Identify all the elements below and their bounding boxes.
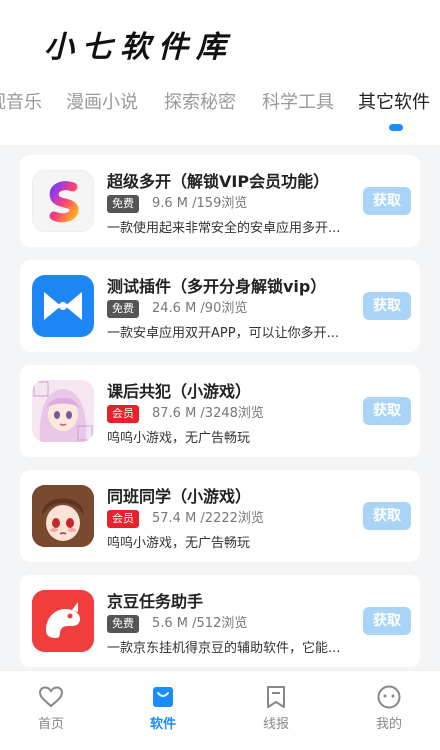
price-badge: 会员	[107, 510, 139, 528]
nav-home[interactable]: 首页	[13, 685, 89, 732]
price-badge: 免费	[107, 300, 139, 318]
size-views: 57.4 M /2222浏览	[152, 511, 264, 526]
active-tab-indicator	[389, 124, 403, 131]
size-views: 5.6 M /512浏览	[152, 616, 248, 631]
nav-label: 软件	[149, 717, 176, 732]
get-button[interactable]: 获取	[363, 502, 411, 530]
app-card[interactable]: 课后共犯（小游戏） 会员 87.6 M /3248浏览 呜呜小游戏，无广告畅玩 …	[20, 365, 420, 457]
bowtie-icon	[32, 275, 94, 337]
anime-girl-icon	[32, 485, 94, 547]
app-card[interactable]: 测试插件（多开分身解锁vip） 免费 24.6 M /90浏览 一款安卓应用双开…	[20, 260, 420, 352]
nav-label: 我的	[375, 717, 402, 732]
app-card[interactable]: 同班同学（小游戏） 会员 57.4 M /2222浏览 呜呜小游戏，无广告畅玩 …	[20, 470, 420, 562]
app-title: 小七软件库	[44, 30, 234, 65]
nav-software[interactable]: 软件	[125, 685, 201, 732]
size-views: 24.6 M /90浏览	[152, 301, 248, 316]
face-icon	[351, 685, 427, 709]
app-title: 超级多开（解锁VIP会员功能）	[107, 172, 330, 191]
get-button[interactable]: 获取	[363, 397, 411, 425]
app-description: 一款使用起来非常安全的安卓应用多开...	[107, 221, 341, 236]
bag-icon	[125, 685, 201, 709]
bookmark-icon	[238, 685, 314, 709]
nav-label: 首页	[37, 717, 64, 732]
jd-dog-icon	[32, 590, 94, 652]
app-description: 呜呜小游戏，无广告畅玩	[107, 536, 251, 551]
price-badge: 会员	[107, 405, 139, 423]
get-button[interactable]: 获取	[363, 607, 411, 635]
s-logo-icon	[32, 170, 94, 232]
get-button[interactable]: 获取	[363, 292, 411, 320]
category-tabs: 视音乐 漫画小说 探索秘密 科学工具 其它软件	[0, 88, 440, 128]
tab-video-music[interactable]: 视音乐	[0, 88, 42, 114]
anime-girl-icon	[32, 380, 94, 442]
price-badge: 免费	[107, 195, 139, 213]
size-views: 9.6 M /159浏览	[152, 196, 248, 211]
header: 小七软件库 视音乐 漫画小说 探索秘密 科学工具 其它软件	[0, 0, 440, 145]
nav-news[interactable]: 线报	[238, 685, 314, 732]
tab-explore-secrets[interactable]: 探索秘密	[164, 88, 236, 114]
app-title: 测试插件（多开分身解锁vip）	[107, 277, 327, 296]
app-description: 一款京东挂机得京豆的辅助软件，它能...	[107, 641, 341, 656]
get-button[interactable]: 获取	[363, 187, 411, 215]
app-title: 京豆任务助手	[107, 592, 204, 611]
tab-science-tools[interactable]: 科学工具	[262, 88, 334, 114]
tab-other-software[interactable]: 其它软件	[358, 88, 430, 114]
app-description: 呜呜小游戏，无广告畅玩	[107, 431, 251, 446]
app-title: 课后共犯（小游戏）	[107, 382, 252, 401]
bottom-nav: 首页 软件 线报 我的	[0, 670, 440, 750]
app-description: 一款安卓应用双开APP，可以让你多开...	[107, 326, 339, 341]
size-views: 87.6 M /3248浏览	[152, 406, 264, 421]
app-card[interactable]: 京豆任务助手 免费 5.6 M /512浏览 一款京东挂机得京豆的辅助软件，它能…	[20, 575, 420, 667]
nav-label: 线报	[262, 717, 289, 732]
price-badge: 免费	[107, 615, 139, 633]
heart-icon	[13, 685, 89, 709]
tab-comics-novels[interactable]: 漫画小说	[66, 88, 138, 114]
app-list: 超级多开（解锁VIP会员功能） 免费 9.6 M /159浏览 一款使用起来非常…	[0, 145, 440, 670]
nav-mine[interactable]: 我的	[351, 685, 427, 732]
app-card[interactable]: 超级多开（解锁VIP会员功能） 免费 9.6 M /159浏览 一款使用起来非常…	[20, 155, 420, 247]
app-title: 同班同学（小游戏）	[107, 487, 252, 506]
